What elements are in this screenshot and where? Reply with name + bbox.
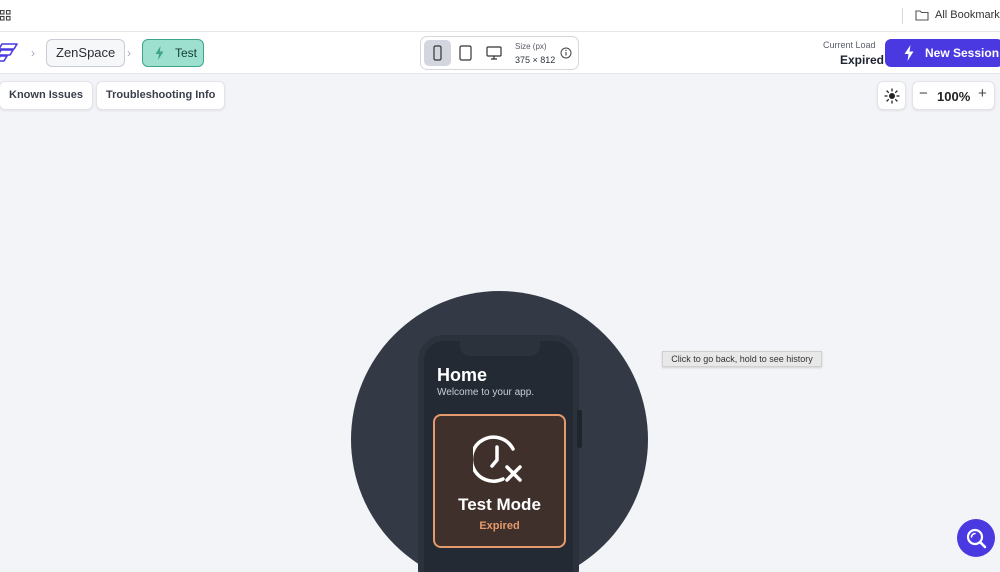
test-mode-title: Test Mode xyxy=(458,495,541,514)
zoom-in-button[interactable]: + xyxy=(978,85,987,102)
preview-home-subtitle: Welcome to your app. xyxy=(437,387,535,398)
new-session-button[interactable]: New Session xyxy=(885,39,1000,67)
help-search-button[interactable] xyxy=(957,519,995,557)
search-icon xyxy=(966,528,987,549)
info-icon[interactable] xyxy=(560,47,572,59)
known-issues-button[interactable]: Known Issues xyxy=(0,81,93,110)
new-session-label: New Session xyxy=(925,46,1000,60)
test-mode-status: Expired xyxy=(479,520,520,532)
current-load-value: Expired xyxy=(840,53,885,67)
phone-notch xyxy=(460,340,540,356)
lightning-icon xyxy=(904,45,914,61)
desktop-device-button[interactable] xyxy=(480,40,507,66)
all-bookmarks-label[interactable]: All Bookmarks xyxy=(935,9,1000,21)
zoom-control: − 100% + xyxy=(912,81,995,110)
current-load-label: Current Load xyxy=(823,40,876,50)
bookmarks-separator xyxy=(902,8,903,24)
tablet-icon xyxy=(459,45,472,61)
phone-device-button[interactable] xyxy=(424,40,451,66)
size-value: 375 × 812 xyxy=(515,55,556,65)
tablet-device-button[interactable] xyxy=(452,40,479,66)
size-label: Size (px) xyxy=(515,42,547,51)
phone-side-button xyxy=(577,410,582,448)
top-toolbar: › ZenSpace › Test Size (px) 375 × 812 Cu… xyxy=(0,32,1000,74)
breadcrumb-environment-label: Test xyxy=(175,46,198,60)
breadcrumb-separator-icon: › xyxy=(31,46,35,60)
troubleshooting-info-button[interactable]: Troubleshooting Info xyxy=(96,81,226,110)
phone-icon xyxy=(433,45,442,61)
breadcrumb-separator-icon: › xyxy=(127,46,131,60)
sun-icon xyxy=(884,88,900,104)
breadcrumb-environment[interactable]: Test xyxy=(142,39,204,67)
breadcrumb-project[interactable]: ZenSpace xyxy=(46,39,126,67)
device-size-selector: Size (px) 375 × 812 xyxy=(420,36,579,70)
bookmarks-bar: All Bookmarks xyxy=(0,0,1000,32)
zoom-out-button[interactable]: − xyxy=(919,85,928,102)
folder-icon[interactable] xyxy=(915,9,929,21)
zoom-level: 100% xyxy=(937,89,971,104)
apps-grid-icon[interactable] xyxy=(0,10,11,21)
preview-home-title: Home xyxy=(437,365,488,385)
lightning-icon xyxy=(155,46,164,60)
app-logo-icon[interactable] xyxy=(0,41,20,63)
theme-toggle-button[interactable] xyxy=(877,81,906,110)
back-button-tooltip: Click to go back, hold to see history xyxy=(662,351,822,367)
clock-expired-icon xyxy=(473,435,522,483)
desktop-icon xyxy=(486,46,502,60)
